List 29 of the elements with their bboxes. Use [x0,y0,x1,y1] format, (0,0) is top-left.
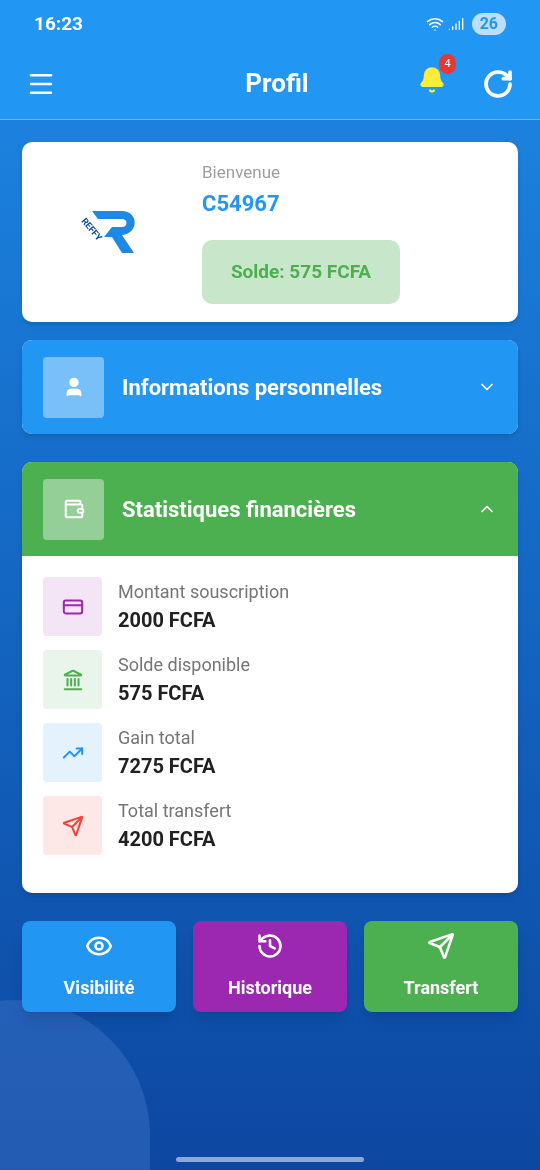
send-icon [61,814,84,837]
stat-label: Solde disponible [118,653,251,677]
wifi-icon [425,15,444,33]
signal-icon [447,16,464,32]
stat-label: Total transfert [118,799,232,823]
send-icon [427,932,455,960]
page-title: Profil [245,67,309,100]
stat-label: Montant souscription [118,580,290,604]
bank-icon [61,668,84,691]
stat-value: 4200 FCFA [118,826,217,853]
refresh-button[interactable] [482,67,514,100]
greeting-label: Bienvenue [202,160,282,184]
action-button[interactable]: Visibilité [22,921,176,1012]
action-button[interactable]: Historique [193,921,347,1012]
action-button[interactable]: Transfert [364,921,518,1012]
history-icon [256,932,284,960]
status-time: 16:23 [34,10,83,37]
battery-level: 26 [471,13,506,35]
section-header[interactable]: Statistiques financières [22,462,518,556]
notification-button[interactable] [418,66,446,94]
stat-label: Gain total [118,726,196,750]
stat-value: 2000 FCFA [118,607,217,634]
user-id: C54967 [202,190,281,219]
stat-value: 7275 FCFA [118,753,216,780]
stat-value: 575 FCFA [118,680,206,707]
section-header[interactable]: Informations personnelles [22,340,518,434]
wallet-icon [62,498,85,520]
balance-badge: Solde: 575 FCFA [202,240,400,305]
notification-badge: 4 [439,54,456,74]
